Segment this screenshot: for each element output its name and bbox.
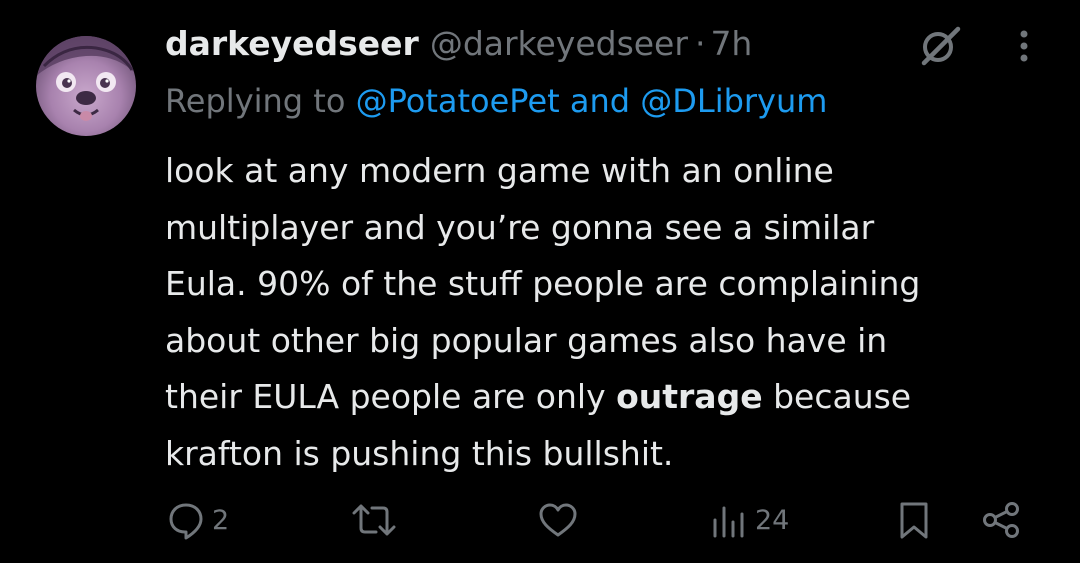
display-name[interactable]: darkeyedseer	[165, 24, 419, 63]
tweet-text-line: about other big popular games also have …	[165, 320, 888, 360]
tweet-text-line: look at any modern game with an online	[165, 151, 834, 190]
tweet-text-segment: their EULA people are only	[165, 377, 617, 416]
tweet-text-segment: because	[762, 377, 912, 416]
mention-link-potatoepet[interactable]: @PotatoePet	[356, 82, 560, 120]
action-bar: 2 24	[0, 495, 1080, 545]
replying-to-label: Replying to	[165, 82, 356, 120]
bookmark-button[interactable]	[894, 495, 934, 545]
separator-dot: ·	[694, 24, 706, 63]
repost-icon	[352, 504, 396, 536]
tweet-text: look at any modern game with an online m…	[165, 143, 1055, 482]
mention-link-dlibryum[interactable]: @DLibryum	[640, 82, 827, 120]
reply-count: 2	[212, 504, 230, 536]
tweet-text-line: Eula. 90% of the stuff people are compla…	[165, 264, 921, 303]
tweet-text-line: krafton is pushing this bullshit.	[165, 433, 674, 473]
reply-icon	[169, 503, 203, 540]
share-icon	[983, 502, 1019, 538]
more-dots-icon[interactable]	[1014, 26, 1034, 66]
views-count: 24	[755, 504, 790, 536]
user-handle[interactable]: @darkeyedseer	[430, 24, 688, 63]
views-button[interactable]: 24	[709, 495, 789, 545]
replying-and[interactable]: and	[560, 82, 641, 120]
like-button[interactable]	[537, 495, 579, 545]
reply-button[interactable]: 2	[166, 495, 229, 545]
share-button[interactable]	[980, 495, 1022, 545]
avatar[interactable]	[36, 36, 136, 136]
tweet-header: darkeyedseer @darkeyedseer · 7h	[165, 24, 752, 68]
grok-icon[interactable]	[918, 26, 962, 66]
tweet[interactable]: darkeyedseer @darkeyedseer · 7h Replying…	[0, 0, 1080, 563]
tweet-text-line: multiplayer and you’re gonna see a simil…	[165, 207, 875, 247]
heart-icon	[539, 503, 577, 537]
tweet-text-line: their EULA people are only outrage becau…	[165, 369, 1055, 426]
replying-to: Replying to @PotatoePet and @DLibryum	[165, 82, 827, 120]
header-icons	[918, 26, 1034, 66]
repost-button[interactable]	[352, 495, 396, 545]
views-icon	[713, 506, 744, 538]
avatar-image	[36, 36, 136, 121]
timestamp[interactable]: 7h	[710, 24, 752, 63]
bookmark-icon	[900, 502, 928, 539]
tweet-text-bold: outrage	[616, 377, 763, 416]
